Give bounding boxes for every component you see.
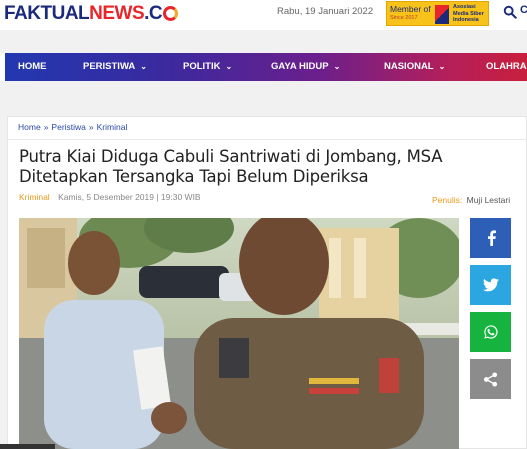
share-twitter-button[interactable] [470,265,511,305]
article-photo [19,218,459,449]
amsi-logo-icon [435,5,449,24]
current-date: Rabu, 19 Januari 2022 [277,6,374,17]
article-datetime: Kamis, 5 Desember 2019 | 19:30 WIB [58,192,201,202]
article-category[interactable]: Kriminal [19,192,50,202]
nav-item-politik[interactable]: POLITIK ⌄ [183,53,232,81]
breadcrumb-divider [8,139,526,140]
breadcrumb-peristiwa[interactable]: Peristiwa [51,122,85,132]
photo-illustration [19,218,459,449]
author-label: Penulis: [432,195,463,205]
breadcrumb: Home» Peristiwa» Kriminal [18,122,128,132]
twitter-icon [482,278,499,292]
chevron-down-icon: ⌄ [438,62,446,71]
search-icon[interactable] [503,5,517,19]
share-icon [483,371,498,387]
nav-item-home[interactable]: HOME [18,53,47,81]
facebook-icon [487,230,496,246]
site-logo[interactable]: FAKTUALNEWS.C [4,3,179,25]
article-title: Putra Kiai Diduga Cabuli Santriwati di J… [19,147,443,186]
whatsapp-icon [483,325,498,339]
nav-item-nasional[interactable]: NASIONAL ⌄ [384,53,445,81]
member-badge: Member of Since 2017 Asosiasi Media Sibe… [386,1,489,26]
article-author: Penulis: Muji Lestari [432,195,510,205]
bottom-strip [0,444,55,449]
chevron-down-icon: ⌄ [333,62,341,71]
chevron-down-icon: ⌄ [140,62,147,71]
share-facebook-button[interactable] [470,218,511,258]
breadcrumb-home[interactable]: Home [18,122,41,132]
site-header: FAKTUALNEWS.C Rabu, 19 Januari 2022 Memb… [0,0,527,30]
header-gap [0,30,527,53]
nav-item-peristiwa[interactable]: PERISTIWA ⌄ [83,53,147,81]
author-name[interactable]: Muji Lestari [467,195,510,205]
share-whatsapp-button[interactable] [470,312,511,352]
breadcrumb-kriminal[interactable]: Kriminal [97,122,128,132]
chevron-down-icon: ⌄ [225,62,233,71]
nav-item-gaya-hidup[interactable]: GAYA HIDUP ⌄ [271,53,340,81]
nav-item-olahraga[interactable]: OLAHRAG [486,53,527,81]
logo-mark-icon [163,6,179,21]
header-edge-text: C [520,4,527,16]
share-more-button[interactable] [470,359,511,399]
main-nav: HOME PERISTIWA ⌄ POLITIK ⌄ GAYA HIDUP ⌄ NAS… [5,53,527,81]
article-meta: Kriminal Kamis, 5 Desember 2019 | 19:30 … [19,192,201,202]
